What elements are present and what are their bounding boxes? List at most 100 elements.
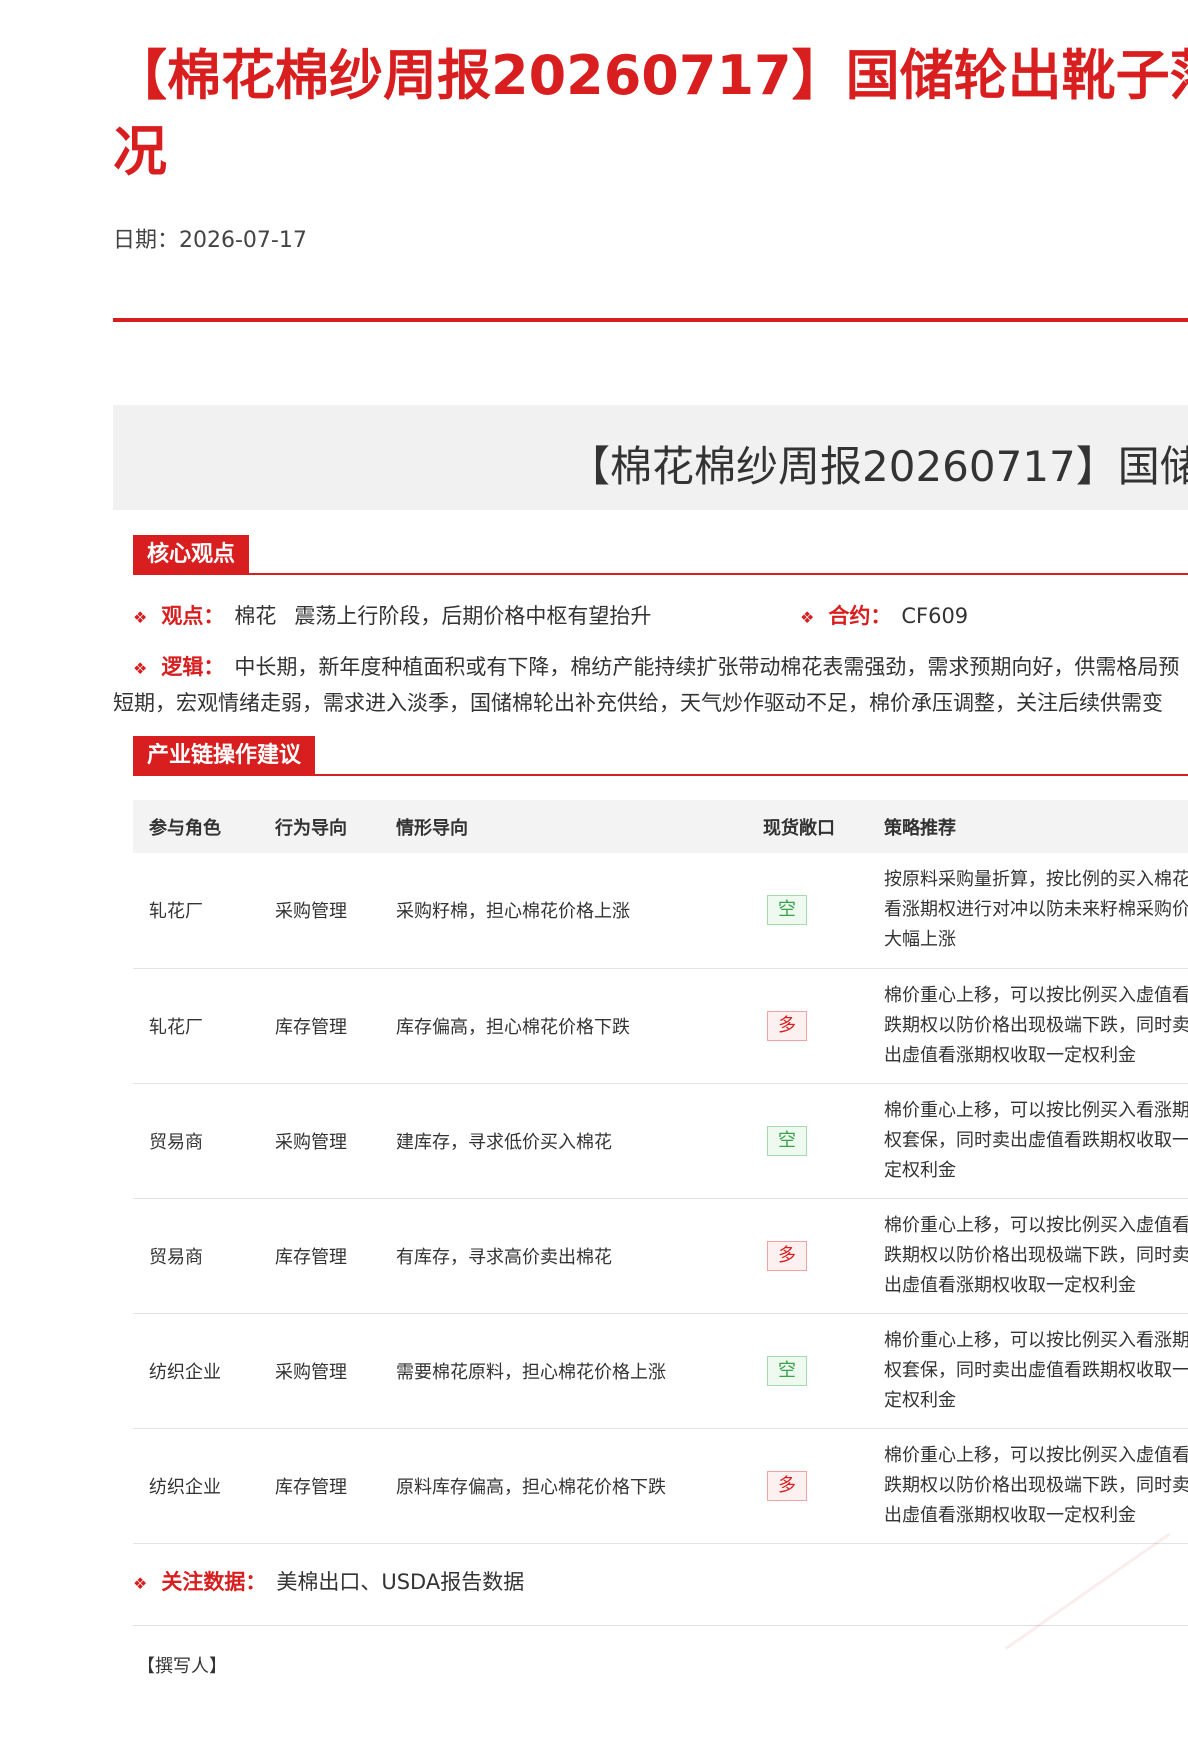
behavior-cell: 采购管理 — [259, 1313, 380, 1429]
page-title-continued: 况 — [113, 120, 167, 183]
focus-label: 关注数据： — [161, 1570, 267, 1594]
table-row: 轧花厂 库存管理 库存偏高，担心棉花价格下跌 多 棉价重心上移，可以按比例买入虚… — [133, 968, 1188, 1084]
situation-cell: 需要棉花原料，担心棉花价格上涨 — [380, 1313, 747, 1429]
col-header-exposure: 现货敞口 — [763, 817, 835, 839]
strategy-line: 棉价重心上移，可以按比例买入虚值看 — [884, 984, 1188, 1006]
strategy-line: 棉价重心上移，可以按比例买入看涨期 — [884, 1099, 1188, 1121]
strategy-line: 棉价重心上移，可以按比例买入虚值看 — [884, 1444, 1188, 1466]
strategy-line: 定权利金 — [884, 1389, 956, 1411]
contract-row: ❖ 合约： CF609 — [800, 600, 968, 630]
strategy-line: 大幅上涨 — [884, 929, 956, 951]
banner-title: 【棉花棉纱周报20260717】国储轮出靴子落地 — [568, 442, 1188, 491]
diamond-bullet-icon: ❖ — [133, 1574, 148, 1593]
role-cell: 贸易商 — [133, 1198, 259, 1314]
exposure-cell: 多 — [747, 1198, 868, 1314]
logic-paragraph: ❖ 逻辑： 中长期，新年度种植面积或有下降，棉纺产能持续扩张带动棉花表需强劲，需求预… — [113, 650, 1188, 721]
exposure-cell: 空 — [747, 853, 868, 969]
role-cell: 纺织企业 — [133, 1428, 259, 1544]
author-label: 【撰写人】 — [137, 1656, 227, 1677]
strategy-cell: 棉价重心上移，可以按比例买入看涨期 权套保，同时卖出虚值看跌期权收取一 定权利金 — [868, 1313, 1188, 1429]
table-row: 轧花厂 采购管理 采购籽棉，担心棉花价格上涨 空 按原料采购量折算，按比例的买入… — [133, 853, 1188, 969]
focus-value: 美棉出口、USDA报告数据 — [276, 1570, 525, 1594]
exposure-badge: 多 — [767, 1010, 807, 1041]
strategy-cell: 棉价重心上移，可以按比例买入虚值看 跌期权以防价格出现极端下跌，同时卖 出虚值看涨期… — [868, 1428, 1188, 1544]
exposure-cell: 空 — [747, 1313, 868, 1429]
role-cell: 轧花厂 — [133, 853, 259, 969]
ops-tag: 产业链操作建议 — [133, 736, 316, 776]
strategy-line: 按原料采购量折算，按比例的买入棉花 — [884, 869, 1188, 891]
behavior-cell: 采购管理 — [259, 1083, 380, 1199]
exposure-cell: 多 — [747, 1428, 868, 1544]
exposure-badge: 多 — [767, 1470, 807, 1501]
report-banner: 【棉花棉纱周报20260717】国储轮出靴子落地 — [113, 405, 1188, 510]
ops-section-header: 产业链操作建议 — [133, 736, 1188, 776]
col-header-strategy: 策略推荐 — [884, 817, 956, 839]
strategy-cell: 棉价重心上移，可以按比例买入看涨期 权套保，同时卖出虚值看跌期权收取一 定权利金 — [868, 1083, 1188, 1199]
contract-label: 合约： — [828, 604, 892, 628]
diamond-bullet-icon: ❖ — [800, 608, 815, 627]
col-header-situation: 情形导向 — [396, 817, 468, 839]
exposure-cell: 多 — [747, 968, 868, 1084]
strategy-line: 棉价重心上移，可以按比例买入虚值看 — [884, 1214, 1188, 1236]
exposure-badge: 空 — [767, 1125, 807, 1156]
behavior-cell: 库存管理 — [259, 1428, 380, 1544]
logic-text-1: 中长期，新年度种植面积或有下降，棉纺产能持续扩张带动棉花表需强劲，需求预期向好，… — [234, 655, 1180, 679]
strategy-cell: 棉价重心上移，可以按比例买入虚值看 跌期权以防价格出现极端下跌，同时卖 出虚值看涨期… — [868, 1198, 1188, 1314]
view-text: 震荡上行阶段，后期价格中枢有望抬升 — [294, 604, 652, 628]
logic-line-2: 短期，宏观情绪走弱，需求进入淡季，国储棉轮出补充供给，天气炒作驱动不足，棉价承压… — [113, 691, 1163, 715]
focus-data-row: ❖ 关注数据： 美棉出口、USDA报告数据 — [133, 1566, 524, 1596]
situation-cell: 建库存，寻求低价买入棉花 — [380, 1083, 747, 1199]
core-view-rule — [133, 573, 1188, 575]
logic-line-1: ❖ 逻辑： 中长期，新年度种植面积或有下降，棉纺产能持续扩张带动棉花表需强劲，需求预… — [113, 650, 1188, 686]
strategy-line: 跌期权以防价格出现极端下跌，同时卖 — [884, 1014, 1188, 1036]
strategy-line: 权套保，同时卖出虚值看跌期权收取一 — [884, 1129, 1188, 1151]
table-row: 贸易商 采购管理 建库存，寻求低价买入棉花 空 棉价重心上移，可以按比例买入看涨… — [133, 1083, 1188, 1199]
contract-value: CF609 — [901, 604, 969, 628]
col-header-role: 参与角色 — [149, 817, 221, 839]
table-row: 纺织企业 采购管理 需要棉花原料，担心棉花价格上涨 空 棉价重心上移，可以按比例… — [133, 1313, 1188, 1429]
strategy-line: 定权利金 — [884, 1159, 956, 1181]
diamond-bullet-icon: ❖ — [133, 608, 148, 627]
behavior-cell: 库存管理 — [259, 1198, 380, 1314]
report-date: 日期：2026-07-17 — [113, 228, 307, 253]
strategy-cell: 棉价重心上移，可以按比例买入虚值看 跌期权以防价格出现极端下跌，同时卖 出虚值看涨期… — [868, 968, 1188, 1084]
strategy-line: 出虚值看涨期权收取一定权利金 — [884, 1274, 1136, 1296]
table-row: 纺织企业 库存管理 原料库存偏高，担心棉花价格下跌 多 棉价重心上移，可以按比例… — [133, 1428, 1188, 1544]
view-product: 棉花 — [234, 604, 277, 628]
col-header-behavior: 行为导向 — [275, 817, 347, 839]
page-title: 【棉花棉纱周报20260717】国储轮出靴子落 — [113, 44, 1188, 107]
role-cell: 贸易商 — [133, 1083, 259, 1199]
ops-table: 参与角色 行为导向 情形导向 现货敞口 策略推荐 轧花厂 采购管理 采购籽棉，担… — [133, 800, 1188, 1544]
strategy-line: 棉价重心上移，可以按比例买入看涨期 — [884, 1329, 1188, 1351]
exposure-badge: 空 — [767, 895, 807, 926]
view-row: ❖ 观点： 棉花 震荡上行阶段，后期价格中枢有望抬升 — [133, 600, 651, 630]
watermark-mark — [1005, 1532, 1188, 1764]
strategy-line: 权套保，同时卖出虚值看跌期权收取一 — [884, 1359, 1188, 1381]
situation-cell: 有库存，寻求高价卖出棉花 — [380, 1198, 747, 1314]
strategy-line: 跌期权以防价格出现极端下跌，同时卖 — [884, 1244, 1188, 1266]
exposure-cell: 空 — [747, 1083, 868, 1199]
core-view-tag: 核心观点 — [133, 535, 250, 575]
ops-rule — [133, 774, 1188, 776]
core-view-section-header: 核心观点 — [133, 535, 1188, 575]
behavior-cell: 采购管理 — [259, 853, 380, 969]
strategy-line: 跌期权以防价格出现极端下跌，同时卖 — [884, 1474, 1188, 1496]
exposure-badge: 空 — [767, 1355, 807, 1386]
situation-cell: 采购籽棉，担心棉花价格上涨 — [380, 853, 747, 969]
view-label: 观点： — [161, 604, 225, 628]
diamond-bullet-icon: ❖ — [133, 659, 148, 678]
strategy-line: 出虚值看涨期权收取一定权利金 — [884, 1044, 1136, 1066]
situation-cell: 库存偏高，担心棉花价格下跌 — [380, 968, 747, 1084]
table-row: 贸易商 库存管理 有库存，寻求高价卖出棉花 多 棉价重心上移，可以按比例买入虚值… — [133, 1198, 1188, 1314]
strategy-cell: 按原料采购量折算，按比例的买入棉花 看涨期权进行对冲以防未来籽棉采购价 大幅上涨 — [868, 853, 1188, 969]
exposure-badge: 多 — [767, 1240, 807, 1271]
strategy-line: 出虚值看涨期权收取一定权利金 — [884, 1504, 1136, 1526]
situation-cell: 原料库存偏高，担心棉花价格下跌 — [380, 1428, 747, 1544]
behavior-cell: 库存管理 — [259, 968, 380, 1084]
footer-divider — [133, 1625, 1188, 1626]
strategy-line: 看涨期权进行对冲以防未来籽棉采购价 — [884, 899, 1188, 921]
role-cell: 轧花厂 — [133, 968, 259, 1084]
table-header-row: 参与角色 行为导向 情形导向 现货敞口 策略推荐 — [133, 800, 1188, 853]
role-cell: 纺织企业 — [133, 1313, 259, 1429]
logic-label: 逻辑： — [161, 655, 225, 679]
